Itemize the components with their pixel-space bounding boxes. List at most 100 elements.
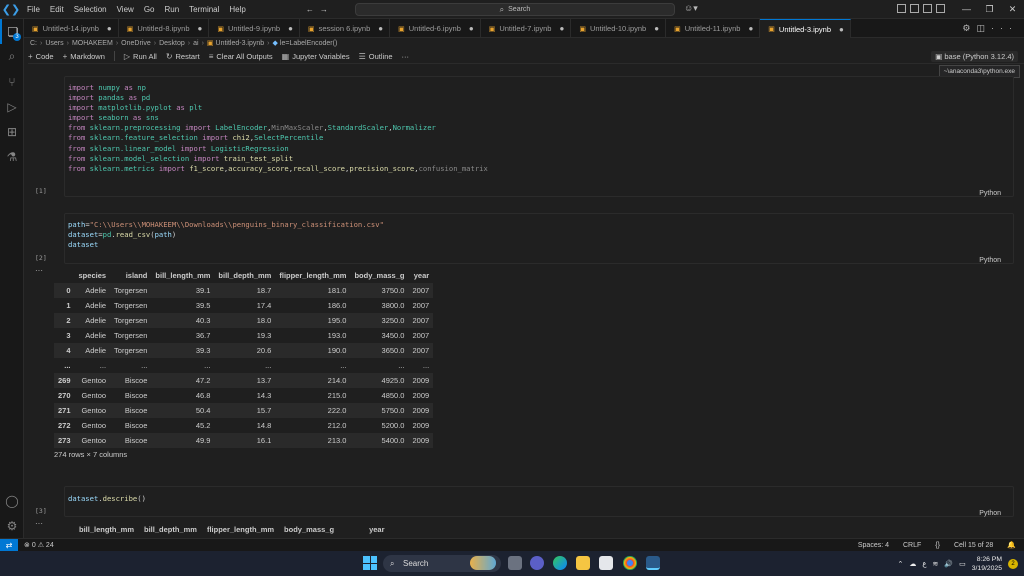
task-view-icon[interactable] <box>508 556 522 570</box>
unsaved-dot-icon[interactable]: ● <box>469 24 474 33</box>
unsaved-dot-icon[interactable]: ● <box>839 25 844 34</box>
remote-indicator-icon[interactable]: ⇄ <box>0 538 18 552</box>
clear-all-outputs-button[interactable]: ≡ Clear All Outputs <box>209 52 273 61</box>
cell-language-label[interactable]: Python <box>979 257 1001 264</box>
table-cell: 4850.0 <box>381 391 405 400</box>
run-all-button[interactable]: ▷ Run All <box>124 52 157 61</box>
unsaved-dot-icon[interactable]: ● <box>107 24 112 33</box>
battery-icon[interactable]: ▭ <box>959 560 966 568</box>
problems-indicator[interactable]: ⊗ 0 ⚠ 24 <box>24 541 54 549</box>
code-cell-1-source[interactable]: import numpy as np import pandas as pd imp… <box>68 83 488 174</box>
table-cell: Torgersen <box>114 301 148 310</box>
outline-button[interactable]: ☰ Outline <box>359 52 393 61</box>
menu-item-go[interactable]: Go <box>139 0 160 19</box>
toggle-panel-icon[interactable] <box>910 4 919 13</box>
output-menu-dots[interactable]: ··· <box>35 519 43 528</box>
menu-item-terminal[interactable]: Terminal <box>184 0 224 19</box>
editor-tab[interactable]: ▣ Untitled-3.ipynb ● <box>760 19 851 38</box>
onedrive-icon[interactable]: ☁ <box>909 560 916 568</box>
unsaved-dot-icon[interactable]: ● <box>748 24 753 33</box>
code-cell-2[interactable]: path="C:\\Users\\MOHAKEEM\\Downloads\\pe… <box>64 213 1014 264</box>
breadcrumb-item[interactable]: le=LabelEncoder() <box>280 40 337 47</box>
breadcrumb-item[interactable]: Users <box>45 40 63 47</box>
output-menu-dots[interactable]: ··· <box>35 266 43 275</box>
toggle-primary-sidebar-icon[interactable] <box>897 4 906 13</box>
notification-count-badge[interactable]: 2 <box>1008 558 1018 569</box>
cell-language-label[interactable]: Python <box>979 510 1001 517</box>
breadcrumb-item[interactable]: ai <box>193 40 198 47</box>
breadcrumb-item[interactable]: Desktop <box>159 40 185 47</box>
more-toolbar-button[interactable]: ··· <box>402 52 410 61</box>
windows-start-icon[interactable] <box>363 556 377 570</box>
code-cell-1[interactable]: import numpy as np import pandas as pd imp… <box>64 76 1014 197</box>
menu-item-edit[interactable]: Edit <box>45 0 69 19</box>
extensions-icon[interactable]: ⊞ <box>0 119 24 144</box>
vscode-taskbar-icon[interactable] <box>646 556 660 570</box>
wifi-icon[interactable]: ≋ <box>933 560 939 568</box>
jupyter-variables-button[interactable]: ▦ Jupyter Variables <box>282 52 350 61</box>
menu-item-help[interactable]: Help <box>224 0 250 19</box>
split-editor-icon[interactable]: ◫ <box>976 23 991 33</box>
editor-tab[interactable]: ▣ Untitled-9.ipynb ● <box>209 19 300 38</box>
microsoft-store-icon[interactable] <box>599 556 613 570</box>
table-cell: 212.0 <box>327 421 347 430</box>
close-icon[interactable]: ✕ <box>1001 0 1024 19</box>
code-cell-2-source[interactable]: path="C:\\Users\\MOHAKEEM\\Downloads\\pe… <box>68 220 384 250</box>
volume-icon[interactable]: 🔊 <box>944 560 953 568</box>
nav-back-forward-icon[interactable]: ←→ <box>301 0 339 19</box>
manage-gear-icon[interactable]: ⚙ <box>0 513 24 538</box>
minimize-icon[interactable]: — <box>955 0 978 19</box>
copilot-icon[interactable]: ☺▾ <box>684 3 698 14</box>
editor-tab[interactable]: ▣ Untitled-11.ipynb ● <box>666 19 761 38</box>
customize-layout-icon[interactable] <box>936 4 945 13</box>
widgets-weather-icon[interactable] <box>470 556 496 570</box>
settings-gear-icon[interactable]: ⚙ <box>962 23 976 33</box>
table-cell: 181.0 <box>275 283 351 298</box>
unsaved-dot-icon[interactable]: ● <box>288 24 293 33</box>
testing-icon[interactable]: ⚗ <box>0 144 24 169</box>
tray-chevron-icon[interactable]: ⌃ <box>897 560 903 568</box>
source-control-icon[interactable]: ⑂ <box>0 69 24 94</box>
restart-button[interactable]: ↻ Restart <box>166 52 200 61</box>
menu-item-view[interactable]: View <box>112 0 139 19</box>
editor-tab[interactable]: ▣ Untitled-6.ipynb ● <box>390 19 481 38</box>
chrome-icon[interactable] <box>623 556 637 570</box>
accounts-icon[interactable]: ◯ <box>0 488 24 513</box>
kernel-icon: ▣ <box>935 52 945 61</box>
code-cell-3[interactable]: dataset.describe() Python <box>64 486 1014 517</box>
menu-item-run[interactable]: Run <box>159 0 184 19</box>
menu-item-selection[interactable]: Selection <box>69 0 112 19</box>
add-markdown-cell-button[interactable]: + Markdown <box>63 52 105 61</box>
search-view-icon[interactable]: ⌕ <box>0 44 24 69</box>
more-actions-icon[interactable]: ··· <box>991 23 1018 33</box>
edge-browser-icon[interactable] <box>553 556 567 570</box>
editor-tab[interactable]: ▣ Untitled-10.ipynb ● <box>571 19 667 38</box>
unsaved-dot-icon[interactable]: ● <box>654 24 659 33</box>
editor-tab[interactable]: ▣ session 6.ipynb ● <box>300 19 391 38</box>
code-cell-3-source[interactable]: dataset.describe() <box>68 494 146 504</box>
file-explorer-icon[interactable] <box>576 556 590 570</box>
maximize-icon[interactable]: ❐ <box>978 0 1001 19</box>
kernel-picker[interactable]: ▣ base (Python 3.12.4) <box>931 51 1018 62</box>
breadcrumb-item[interactable]: OneDrive <box>121 40 151 47</box>
breadcrumb-item[interactable]: C: <box>30 40 37 47</box>
run-debug-icon[interactable]: ▷ <box>0 94 24 119</box>
add-code-cell-button[interactable]: + Code <box>28 52 54 61</box>
menu-item-file[interactable]: File <box>22 0 45 19</box>
editor-tab[interactable]: ▣ Untitled-14.ipynb ● <box>24 19 119 38</box>
unsaved-dot-icon[interactable]: ● <box>559 24 564 33</box>
teams-icon[interactable] <box>530 556 544 570</box>
taskbar-clock[interactable]: 8:26 PM 3/19/2025 <box>972 555 1002 573</box>
cell-language-label[interactable]: Python <box>979 190 1001 197</box>
input-language-indicator[interactable]: ع <box>922 560 926 568</box>
explorer-icon[interactable]: ❏ 3 <box>0 19 24 44</box>
editor-tab[interactable]: ▣ Untitled-7.ipynb ● <box>481 19 572 38</box>
unsaved-dot-icon[interactable]: ● <box>198 24 203 33</box>
breadcrumb-item[interactable]: MOHAKEEM <box>72 40 113 47</box>
editor-tab[interactable]: ▣ Untitled-8.ipynb ● <box>119 19 210 38</box>
command-center-search[interactable]: ⌕ Search <box>355 3 675 16</box>
breadcrumb: C: › Users › MOHAKEEM › OneDrive › Desktop › ai › ▣ U… <box>30 38 337 49</box>
unsaved-dot-icon[interactable]: ● <box>378 24 383 33</box>
breadcrumb-item[interactable]: Untitled-3.ipynb <box>216 40 265 47</box>
toggle-secondary-sidebar-icon[interactable] <box>923 4 932 13</box>
